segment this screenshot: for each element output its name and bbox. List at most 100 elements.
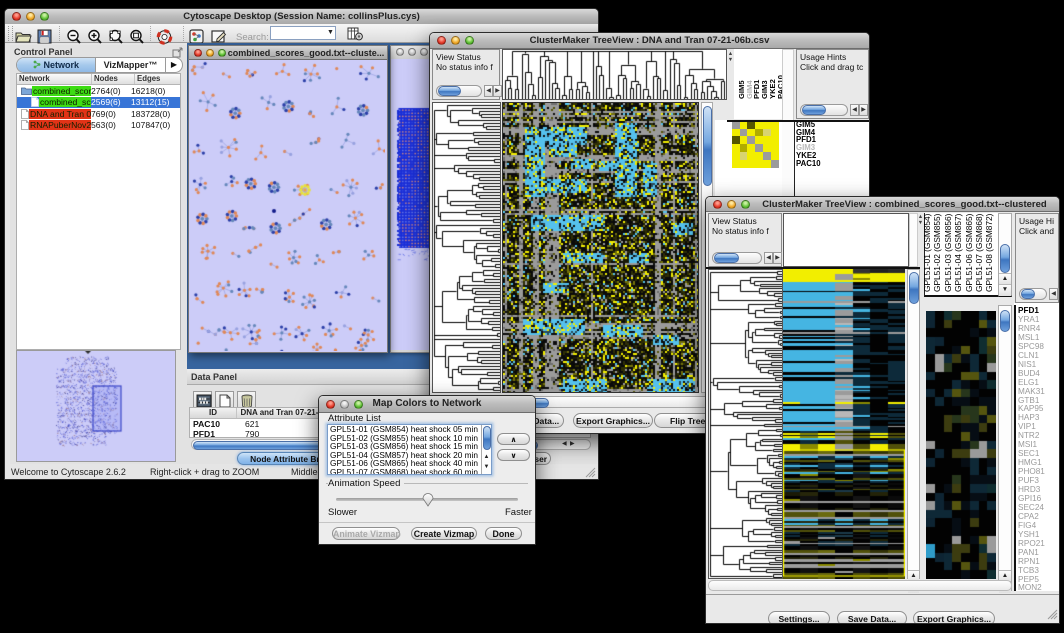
close-button[interactable] bbox=[713, 200, 722, 209]
zoom-right-arrow[interactable]: ▶ bbox=[1058, 288, 1059, 300]
treeview1-hscrollbar[interactable] bbox=[504, 396, 724, 408]
tab-overflow-button[interactable]: ▶ bbox=[166, 58, 182, 72]
minimize-button[interactable] bbox=[727, 200, 736, 209]
tab-vizmapper[interactable]: VizMapper™ bbox=[96, 58, 166, 72]
network-table-row[interactable]: combined_scores_2764(0)16218(0) bbox=[17, 85, 180, 97]
animation-speed-slider[interactable] bbox=[336, 498, 518, 501]
treeview2-window: ClusterMaker TreeView : combined_scores_… bbox=[705, 196, 1060, 624]
tab-network[interactable]: Network bbox=[17, 58, 96, 72]
close-button[interactable] bbox=[396, 48, 404, 56]
minimize-button[interactable] bbox=[408, 48, 416, 56]
close-button[interactable] bbox=[12, 12, 21, 21]
zoom-left-arrow[interactable]: ◀ bbox=[850, 104, 859, 116]
column-header-id[interactable]: ID bbox=[190, 408, 237, 418]
correlation-matrix[interactable] bbox=[732, 121, 778, 167]
vscroll-thumb[interactable] bbox=[1000, 310, 1010, 332]
settings-button[interactable]: Settings... bbox=[768, 611, 830, 623]
zoom-right-arrow[interactable]: ▶ bbox=[493, 85, 502, 97]
export-graphics-button[interactable]: Export Graphics... bbox=[913, 611, 995, 623]
column-header-nodes[interactable]: Nodes bbox=[92, 74, 135, 84]
slider-thumb[interactable] bbox=[422, 493, 434, 507]
treeview1-heatmap[interactable] bbox=[502, 102, 699, 393]
treeview1-titlebar[interactable]: ClusterMaker TreeView : DNA and Tran 07-… bbox=[430, 33, 869, 49]
create-vizmap-button[interactable]: Create Vizmap bbox=[411, 527, 477, 540]
gene-label: GTB1 bbox=[1018, 396, 1039, 405]
zoom-left-arrow[interactable]: ◀ bbox=[484, 85, 493, 97]
zoom-button[interactable] bbox=[420, 48, 428, 56]
treeview2-row-dendrogram[interactable] bbox=[708, 269, 783, 579]
vscroll-thumb[interactable] bbox=[1000, 244, 1010, 273]
zoom-right-arrow[interactable]: ▶ bbox=[859, 104, 868, 116]
treeview1-usage-hints-zoom-widget[interactable]: ◀▶ bbox=[800, 104, 868, 116]
scroll-up-arrow[interactable]: ▲ bbox=[482, 452, 491, 462]
resize-grip[interactable] bbox=[585, 467, 596, 478]
tab-vizmapper-label: VizMapper™ bbox=[104, 60, 158, 70]
network-graph-canvas[interactable] bbox=[189, 60, 385, 351]
birds-eye-view[interactable] bbox=[16, 350, 176, 462]
minimize-button[interactable] bbox=[206, 49, 214, 57]
toolbar-drag-handle[interactable] bbox=[8, 26, 13, 41]
treeview1-row-dendrogram[interactable] bbox=[432, 102, 501, 393]
cytoscape-titlebar[interactable]: Cytoscape Desktop (Session Name: collins… bbox=[5, 9, 598, 25]
treeview2-vscrollbar[interactable]: ▲▼ bbox=[907, 269, 920, 579]
zoom-button[interactable] bbox=[354, 400, 363, 409]
zoom-right-arrow[interactable]: ▶ bbox=[773, 252, 782, 264]
zoom-button[interactable] bbox=[741, 200, 750, 209]
hscroll-arrows[interactable]: ◀ ▶ bbox=[562, 440, 588, 449]
treeview1-column-dendrogram[interactable] bbox=[502, 49, 727, 100]
resize-grip[interactable] bbox=[1047, 609, 1058, 620]
attribute-list-vscrollbar[interactable]: ▲▼ bbox=[481, 425, 491, 474]
treeview2-zoom-vscrollbar[interactable]: ▲▼ bbox=[998, 305, 1012, 591]
zoom-thumb[interactable] bbox=[438, 86, 461, 96]
search-dropdown-button[interactable]: ▼ bbox=[327, 27, 336, 39]
save-data-button[interactable]: Save Data... bbox=[837, 611, 907, 623]
close-button[interactable] bbox=[437, 36, 446, 45]
minimize-button[interactable] bbox=[340, 400, 349, 409]
zoom-button[interactable] bbox=[465, 36, 474, 45]
close-button[interactable] bbox=[194, 49, 202, 57]
done-button[interactable]: Done bbox=[485, 527, 522, 540]
scroll-down-arrow[interactable]: ▼ bbox=[999, 284, 1011, 296]
treeview2-zoom-heatmap[interactable] bbox=[926, 311, 996, 579]
move-up-button[interactable]: ∧ bbox=[497, 433, 530, 445]
treeview1-button-1[interactable]: Export Graphics... bbox=[573, 413, 653, 428]
network-table-row[interactable]: RNAPuberNov2+ı563(0)107847(0) bbox=[17, 120, 180, 132]
column-header-edges[interactable]: Edges bbox=[135, 74, 180, 84]
treeview1-label-scroll-arrows[interactable]: ▲▼ bbox=[727, 51, 734, 73]
column-label: GPL51-03 (GSM856) bbox=[943, 214, 953, 292]
attribute-id: PFD1 bbox=[190, 429, 239, 439]
zoom-left-arrow[interactable]: ◀ bbox=[1049, 288, 1058, 300]
minimize-button[interactable] bbox=[451, 36, 460, 45]
treeview2-view-status-zoom-widget[interactable]: ◀▶ bbox=[712, 252, 782, 264]
vscroll-thumb[interactable] bbox=[909, 272, 919, 304]
scroll-down-arrow[interactable]: ▼ bbox=[482, 462, 491, 472]
zoom-left-arrow[interactable]: ◀ bbox=[764, 252, 773, 264]
vscroll-thumb[interactable] bbox=[483, 426, 491, 450]
treeview2-heatmap[interactable] bbox=[783, 269, 905, 579]
zoom-button[interactable] bbox=[218, 49, 226, 57]
treeview2-hscrollbar[interactable] bbox=[708, 580, 1012, 591]
treeview2-usage-hints-zoom-widget[interactable]: ◀▶ bbox=[1019, 288, 1059, 300]
close-button[interactable] bbox=[326, 400, 335, 409]
attribute-list[interactable]: GPL51-01 (GSM854) heat shock 05 minGPL51… bbox=[327, 424, 492, 475]
gene-label: CPA2 bbox=[1018, 512, 1039, 521]
column-label: GPL51-01 (GSM854) bbox=[922, 214, 932, 292]
network-table-row[interactable]: combined_sco2569(6)13112(15) bbox=[17, 97, 180, 109]
minimize-button[interactable] bbox=[26, 12, 35, 21]
treeview1-view-status-zoom-widget[interactable]: ◀▶ bbox=[436, 85, 502, 97]
network-view-window-1[interactable]: combined_scores_good.txt--cluste... bbox=[188, 45, 388, 353]
zoom-thumb[interactable] bbox=[714, 253, 739, 263]
zoom-thumb[interactable] bbox=[802, 105, 826, 115]
zoom-thumb[interactable] bbox=[1021, 289, 1035, 299]
column-header-network[interactable]: Network bbox=[17, 74, 92, 84]
network-table-row[interactable]: DNA and Tran 07769(0)183728(0) bbox=[17, 108, 180, 120]
attribute-list-item[interactable]: GPL51-07 (GSM868) heat shock 60 min bbox=[328, 468, 491, 475]
vscroll-thumb[interactable] bbox=[703, 106, 712, 186]
treeview2-titlebar[interactable]: ClusterMaker TreeView : combined_scores_… bbox=[706, 197, 1059, 212]
move-down-button[interactable]: ∨ bbox=[497, 449, 530, 461]
animate-vizmap-button[interactable]: Animate Vizmap bbox=[332, 527, 400, 540]
map-colors-dialog: Map Colors to Network Attribute ListGPL5… bbox=[318, 395, 536, 545]
treeview2-labels-vscrollbar[interactable]: ▲▼ bbox=[998, 213, 1012, 297]
treeview2-column-dendrogram[interactable] bbox=[783, 213, 909, 267]
zoom-button[interactable] bbox=[40, 12, 49, 21]
